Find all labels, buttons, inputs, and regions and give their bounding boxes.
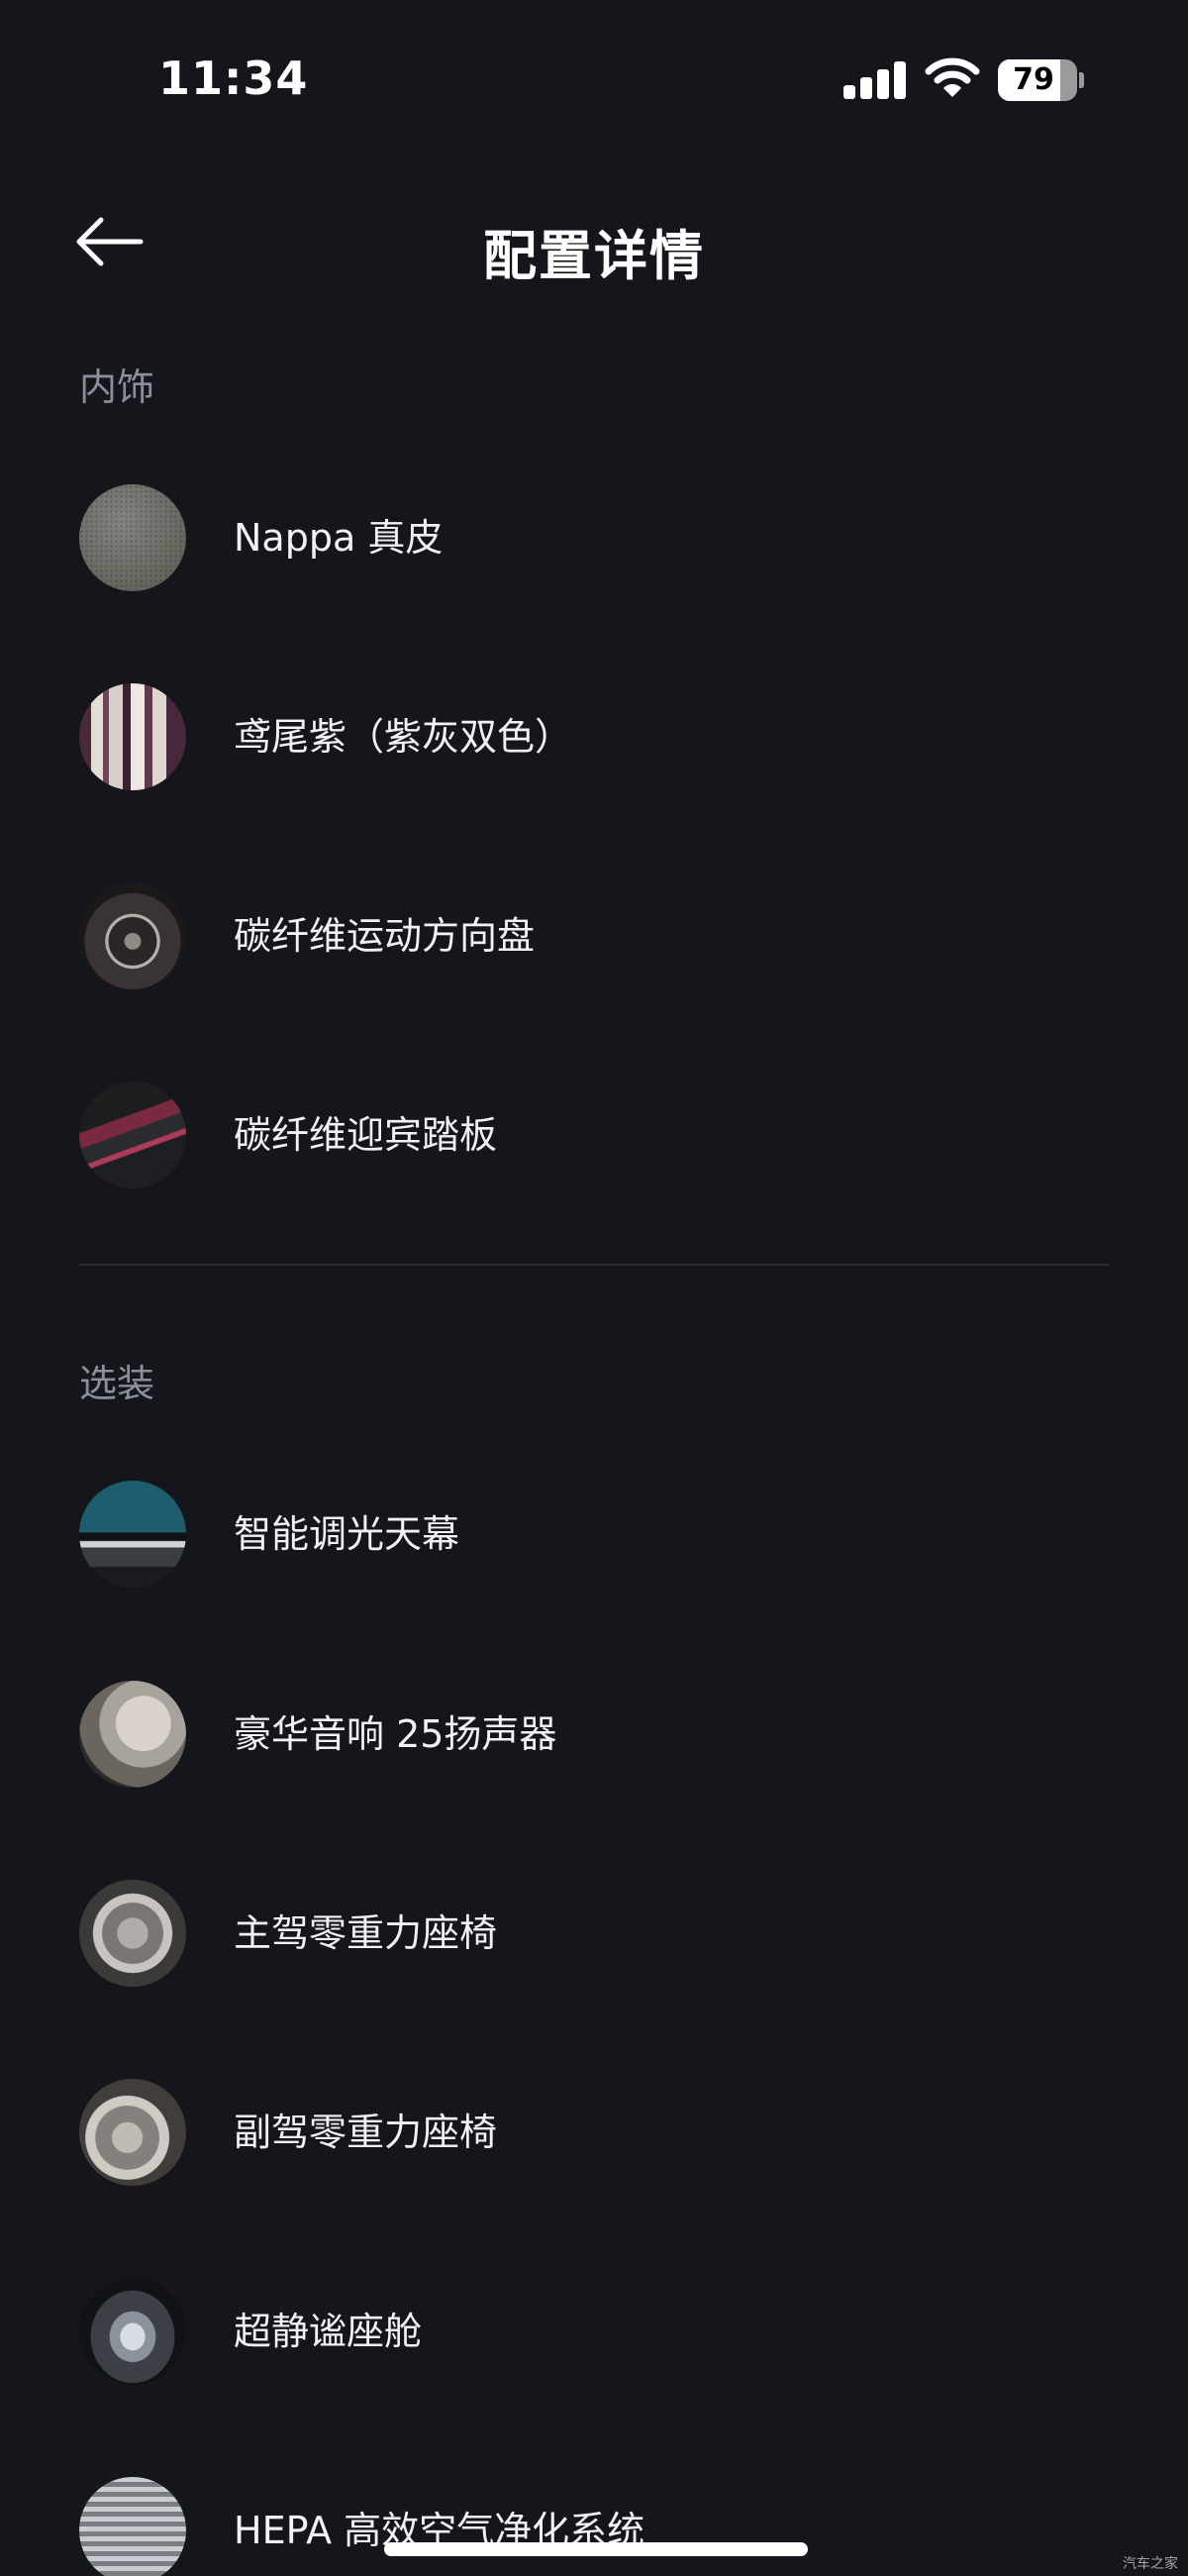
config-detail-screen: 11:34 79 配置详情 内饰 Nappa 真皮 鸢尾紫（紫灰双色） 碳纤维运…: [0, 0, 1188, 2576]
dimming-roof-thumbnail: [79, 1481, 186, 1588]
list-item-label: 碳纤维运动方向盘: [234, 914, 536, 958]
list-item-label: 碳纤维迎宾踏板: [234, 1113, 498, 1157]
list-item-iris-purple[interactable]: 鸢尾紫（紫灰双色）: [0, 667, 1188, 805]
section-title-options: 选装: [79, 1362, 155, 1405]
home-indicator[interactable]: [384, 2542, 808, 2556]
list-item-label: 副驾零重力座椅: [234, 2111, 498, 2154]
hepa-thumbnail: [79, 2477, 186, 2576]
list-item-label: 主驾零重力座椅: [234, 1911, 498, 1955]
status-bar: 11:34 79: [0, 0, 1188, 158]
steering-wheel-thumbnail: [79, 882, 186, 989]
wifi-icon: [925, 57, 980, 97]
section-divider: [79, 1264, 1109, 1266]
list-item-driver-zero-gravity-seat[interactable]: 主驾零重力座椅: [0, 1863, 1188, 2002]
nav-header: 配置详情: [0, 188, 1188, 297]
list-item-premium-audio[interactable]: 豪华音响 25扬声器: [0, 1664, 1188, 1803]
battery-percentage: 79: [1013, 62, 1054, 97]
list-item-label: 鸢尾紫（紫灰双色）: [234, 715, 573, 759]
list-item-passenger-zero-gravity-seat[interactable]: 副驾零重力座椅: [0, 2062, 1188, 2201]
list-item-label: 超静谧座舱: [234, 2310, 423, 2353]
list-item-label: 豪华音响 25扬声器: [234, 1712, 557, 1756]
list-item-hepa-air-purifier[interactable]: HEPA 高效空气净化系统: [0, 2460, 1188, 2576]
passenger-seat-thumbnail: [79, 2079, 186, 2186]
section-title-interior: 内饰: [79, 365, 155, 409]
battery-icon: 79: [998, 59, 1084, 101]
list-item-nappa-leather[interactable]: Nappa 真皮: [0, 467, 1188, 606]
nappa-leather-thumbnail: [79, 484, 186, 591]
list-item-label: 智能调光天幕: [234, 1512, 460, 1556]
watermark: 汽车之家: [1123, 2556, 1178, 2572]
driver-seat-thumbnail: [79, 1880, 186, 1987]
list-item-carbon-steering-wheel[interactable]: 碳纤维运动方向盘: [0, 866, 1188, 1004]
quiet-cabin-thumbnail: [79, 2278, 186, 2385]
list-item-label: Nappa 真皮: [234, 516, 444, 560]
door-sill-thumbnail: [79, 1082, 186, 1188]
audio-thumbnail: [79, 1681, 186, 1788]
cellular-signal-icon: [843, 61, 906, 99]
status-time: 11:34: [158, 52, 309, 105]
list-item-carbon-door-sill[interactable]: 碳纤维迎宾踏板: [0, 1065, 1188, 1203]
page-title: 配置详情: [483, 225, 705, 287]
list-item-quiet-cabin[interactable]: 超静谧座舱: [0, 2261, 1188, 2400]
list-item-smart-dimming-roof[interactable]: 智能调光天幕: [0, 1464, 1188, 1602]
iris-purple-thumbnail: [79, 683, 186, 790]
